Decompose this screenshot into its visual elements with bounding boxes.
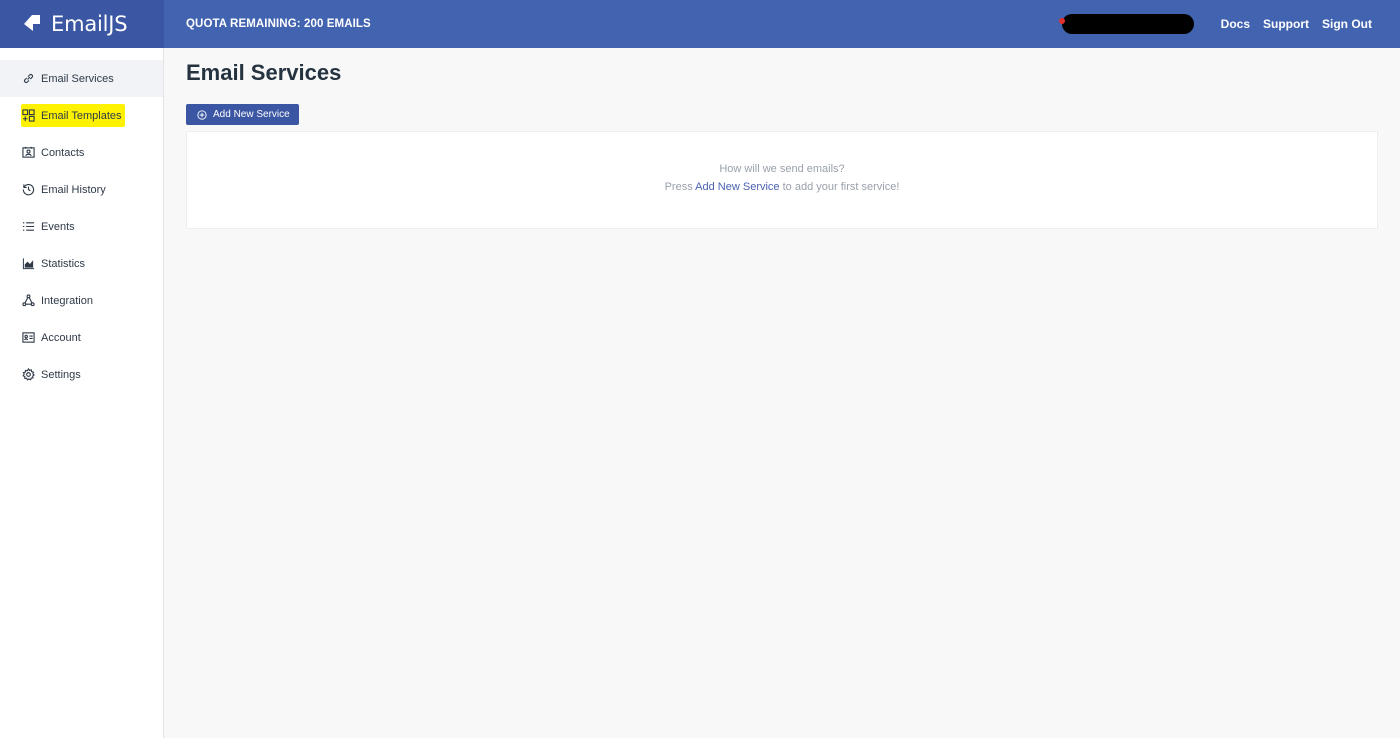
- link-icon: [23, 73, 34, 84]
- sidebar-item-label: Email Templates: [41, 109, 122, 122]
- top-nav: Docs Support Sign Out: [1058, 0, 1372, 48]
- sidebar-item-events[interactable]: Events: [0, 208, 163, 245]
- support-link[interactable]: Support: [1263, 17, 1309, 31]
- sidebar-item-label: Account: [41, 331, 81, 344]
- empty-state-instruction: Press Add New Service to add your first …: [187, 181, 1377, 193]
- brand-area[interactable]: EmailJS: [0, 0, 164, 48]
- integration-icon: [22, 294, 35, 307]
- sidebar-item-integration[interactable]: Integration: [0, 282, 163, 319]
- sidebar: Email Services Email Templates Contacts …: [0, 48, 164, 738]
- page-title: Email Services: [186, 60, 342, 85]
- add-new-service-link[interactable]: Add New Service: [695, 181, 779, 193]
- empty-state-prefix: Press: [664, 181, 693, 193]
- sidebar-item-account[interactable]: Account: [0, 319, 163, 356]
- sidebar-item-email-services[interactable]: Email Services: [0, 60, 163, 97]
- sidebar-item-contacts[interactable]: Contacts: [0, 134, 163, 171]
- list-icon: [22, 222, 35, 231]
- add-new-service-button[interactable]: Add New Service: [186, 104, 299, 125]
- docs-link[interactable]: Docs: [1221, 17, 1250, 31]
- history-icon: [22, 184, 35, 196]
- empty-state-card: How will we send emails? Press Add New S…: [186, 131, 1378, 229]
- add-new-service-label: Add New Service: [213, 109, 290, 120]
- contacts-icon: [22, 146, 35, 158]
- empty-state-suffix: to add your first service!: [782, 181, 900, 193]
- sidebar-item-label: Contacts: [41, 146, 85, 159]
- sidebar-item-label: Email Services: [41, 72, 114, 85]
- sidebar-item-label: Statistics: [41, 257, 86, 270]
- account-icon: [22, 332, 35, 343]
- sidebar-item-email-templates[interactable]: Email Templates: [0, 97, 163, 134]
- emailjs-logo-icon: [24, 15, 40, 31]
- sign-out-link[interactable]: Sign Out: [1322, 17, 1372, 31]
- sidebar-item-settings[interactable]: Settings: [0, 356, 163, 393]
- gear-icon: [22, 368, 35, 381]
- highlight-marker: Email Templates: [21, 104, 125, 127]
- sidebar-item-email-history[interactable]: Email History: [0, 171, 163, 208]
- quota-remaining: QUOTA REMAINING: 200 EMAILS: [186, 18, 371, 30]
- sidebar-item-label: Events: [41, 220, 75, 233]
- sidebar-item-statistics[interactable]: Statistics: [0, 245, 163, 282]
- sidebar-item-label: Integration: [41, 294, 93, 307]
- templates-icon: [22, 109, 35, 122]
- top-bar: QUOTA REMAINING: 200 EMAILS Docs Support…: [164, 0, 1400, 48]
- chart-icon: [22, 258, 35, 270]
- empty-state-question: How will we send emails?: [719, 163, 845, 175]
- sidebar-item-label: Settings: [41, 368, 81, 381]
- brand-name: EmailJS: [51, 12, 128, 36]
- plus-circle-icon: [197, 109, 207, 120]
- user-account-redacted[interactable]: [1058, 14, 1194, 34]
- sidebar-item-label: Email History: [41, 183, 106, 196]
